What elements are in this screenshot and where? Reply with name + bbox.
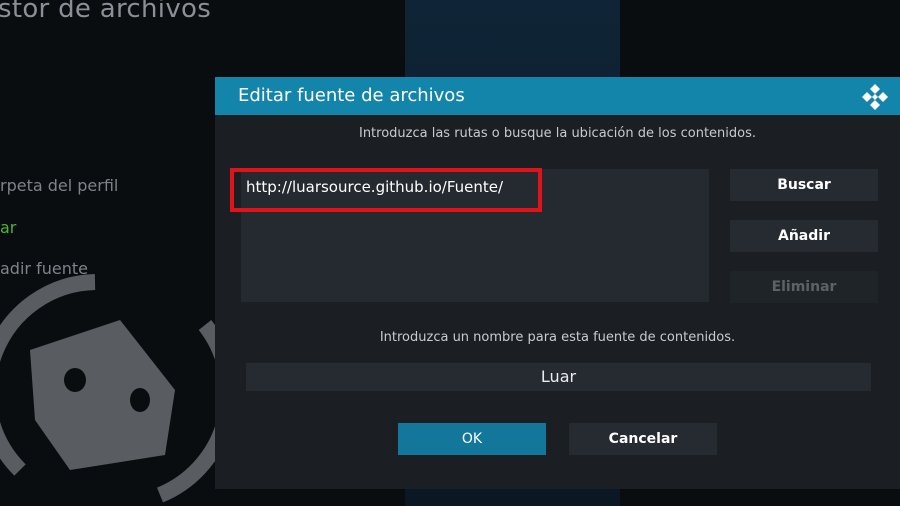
name-prompt: Introduzca un nombre para esta fuente de…: [379, 330, 736, 345]
robot-head-watermark-icon: [0, 274, 237, 503]
dialog-title: Editar fuente de archivos: [238, 85, 465, 106]
browse-button[interactable]: Buscar: [730, 169, 878, 201]
ok-button[interactable]: OK: [398, 423, 546, 455]
source-name-field[interactable]: Luar: [246, 363, 871, 391]
remove-button[interactable]: Eliminar: [730, 271, 878, 303]
background-item-profile-folder[interactable]: rpeta del perfil: [0, 176, 118, 195]
edit-source-dialog: Editar fuente de archivos Introduzca las…: [215, 77, 900, 489]
add-button[interactable]: Añadir: [730, 220, 878, 252]
background-page-title: stor de archivos: [0, 0, 212, 24]
cancel-button[interactable]: Cancelar: [569, 423, 717, 455]
path-entry[interactable]: http://luarsource.github.io/Fuente/: [246, 178, 503, 196]
background-item-browse[interactable]: ar: [0, 218, 16, 237]
paths-prompt: Introduzca las rutas o busque la ubicaci…: [358, 126, 756, 141]
kodi-logo-icon: [862, 84, 888, 110]
dialog-header: Editar fuente de archivos: [215, 77, 900, 115]
